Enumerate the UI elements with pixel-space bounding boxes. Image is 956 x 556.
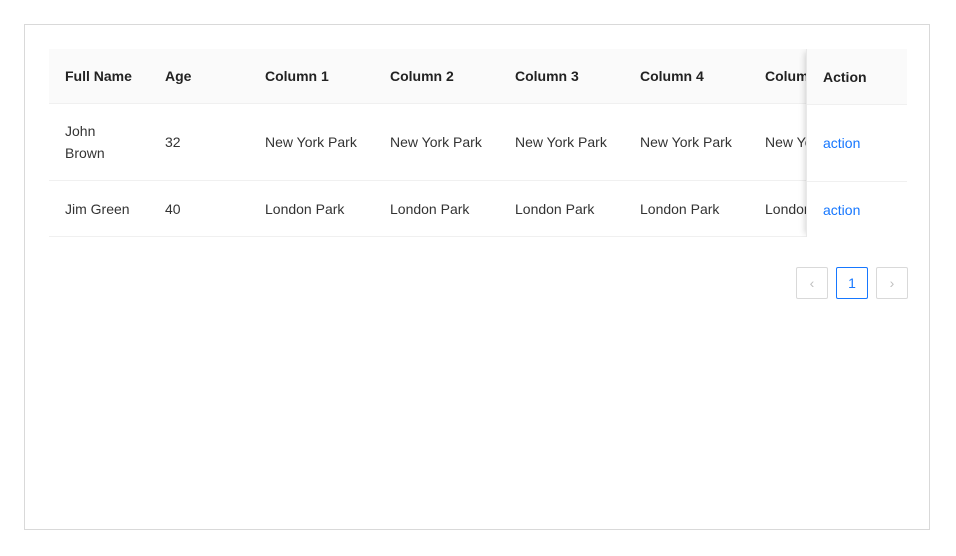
table-scroll-area: Full Name Age Column 1 Column 2 Column 3… xyxy=(49,49,907,237)
cell-column-4: New York Park xyxy=(640,134,732,150)
cell-age: 32 xyxy=(165,134,181,150)
cell-age: 40 xyxy=(165,200,181,217)
cell-column-3: London Park xyxy=(515,200,595,217)
cell-column-5: London Park xyxy=(765,200,806,217)
cell-column-2: New York Park xyxy=(390,134,482,150)
cell-column-1: New York Park xyxy=(265,134,357,150)
next-page-button[interactable]: › xyxy=(876,267,908,299)
page-1-button[interactable]: 1 xyxy=(836,267,868,299)
header-column-1: Column 1 xyxy=(265,68,329,84)
cell-full-name: Jim Green xyxy=(65,200,130,217)
data-table: Full Name Age Column 1 Column 2 Column 3… xyxy=(49,49,907,237)
table-row: John Brown 32 New York Park New York Par… xyxy=(49,104,907,181)
table-row: Jim Green 40 London Park London Park Lon… xyxy=(49,181,907,237)
chevron-left-icon: ‹ xyxy=(809,275,815,291)
prev-page-button[interactable]: ‹ xyxy=(796,267,828,299)
header-column-3: Column 3 xyxy=(515,68,579,84)
header-column-4: Column 4 xyxy=(640,68,704,84)
cell-column-2: London Park xyxy=(390,200,470,217)
header-action: Action xyxy=(823,68,867,85)
header-column-2: Column 2 xyxy=(390,68,454,84)
cell-column-3: New York Park xyxy=(515,134,607,150)
cell-column-1: London Park xyxy=(265,200,345,217)
pagination: ‹ 1 › xyxy=(796,267,908,299)
fixed-action-column: Action action action xyxy=(806,49,907,237)
cell-full-name: John Brown xyxy=(65,123,105,161)
header-column-5: Column 5 xyxy=(765,68,806,84)
chevron-right-icon: › xyxy=(889,275,895,291)
table-header-row: Full Name Age Column 1 Column 2 Column 3… xyxy=(49,49,907,104)
action-link[interactable]: action xyxy=(823,202,860,218)
cell-column-5: New York Park xyxy=(765,134,806,150)
header-age: Age xyxy=(165,68,192,84)
row-2-action-cell: action xyxy=(807,181,907,237)
cell-column-4: London Park xyxy=(640,200,720,217)
action-link[interactable]: action xyxy=(823,135,860,151)
row-1-action-cell: action xyxy=(807,104,907,181)
header-full-name: Full Name xyxy=(65,68,132,84)
table-container: Full Name Age Column 1 Column 2 Column 3… xyxy=(24,24,930,530)
